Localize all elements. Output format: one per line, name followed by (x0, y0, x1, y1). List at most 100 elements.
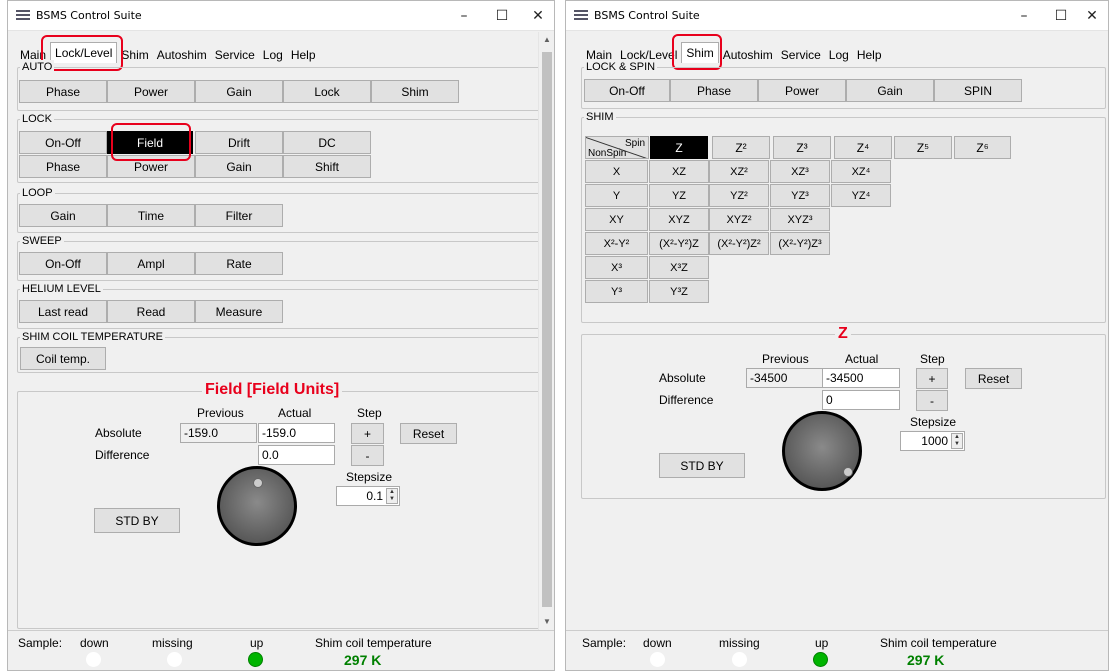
tab-autoshim[interactable]: Autoshim (719, 46, 777, 63)
adjust-knob[interactable] (217, 466, 297, 546)
shim-spin-button-4[interactable]: Z⁵ (894, 136, 952, 159)
shim-button-r1-c4[interactable]: YZ⁴ (831, 184, 891, 207)
knob-indicator-icon (253, 478, 263, 488)
reset-button[interactable]: Reset (400, 423, 457, 444)
tab-service[interactable]: Service (211, 46, 259, 63)
app-icon (16, 9, 30, 23)
reset-button[interactable]: Reset (965, 368, 1022, 389)
helium-read-button[interactable]: Read (107, 300, 195, 323)
loop-filter-button[interactable]: Filter (195, 204, 283, 227)
loop-gain-button[interactable]: Gain (19, 204, 107, 227)
shim-button-r4-c1[interactable]: X³Z (649, 256, 709, 279)
shim-button-r0-c1[interactable]: XZ (649, 160, 709, 183)
spin-gain-button[interactable]: Gain (846, 79, 934, 102)
tab-autoshim[interactable]: Autoshim (153, 46, 211, 63)
step-minus-button[interactable]: - (916, 390, 948, 411)
shim-button-r3-c0[interactable]: X²-Y² (585, 232, 648, 255)
shim-button-r2-c1[interactable]: XYZ (649, 208, 709, 231)
shim-spin-button-2[interactable]: Z³ (773, 136, 831, 159)
shim-button-r2-c0[interactable]: XY (585, 208, 648, 231)
shim-button-r1-c2[interactable]: YZ² (709, 184, 769, 207)
shim-button-r2-c3[interactable]: XYZ³ (770, 208, 830, 231)
lock-on-off-button[interactable]: On-Off (19, 131, 107, 154)
shim-button-r3-c2[interactable]: (X²-Y²)Z² (709, 232, 769, 255)
spin-button[interactable]: SPIN (934, 79, 1022, 102)
spin-power-button[interactable]: Power (758, 79, 846, 102)
title-bar: BSMS Control Suite – ☐ ✕ (8, 1, 554, 31)
auto-power-button[interactable]: Power (107, 80, 195, 103)
close-button[interactable]: ✕ (520, 1, 554, 31)
auto-phase-button[interactable]: Phase (19, 80, 107, 103)
difference-value-input[interactable]: 0 (822, 390, 900, 410)
helium-last-read-button[interactable]: Last read (19, 300, 107, 323)
sweep-on-off-button[interactable]: On-Off (19, 252, 107, 275)
standby-button[interactable]: STD BY (94, 508, 180, 533)
difference-value-input[interactable]: 0.0 (258, 445, 335, 465)
scroll-thumb[interactable] (542, 52, 552, 607)
shim-button-r1-c3[interactable]: YZ³ (770, 184, 830, 207)
shim-button-r3-c1[interactable]: (X²-Y²)Z (649, 232, 709, 255)
shim-button-r1-c0[interactable]: Y (585, 184, 648, 207)
step-plus-button[interactable]: + (351, 423, 384, 444)
adjust-knob[interactable] (782, 411, 862, 491)
tab-help[interactable]: Help (287, 46, 320, 63)
tab-service[interactable]: Service (777, 46, 825, 63)
shim-spin-button-1[interactable]: Z² (712, 136, 770, 159)
minimize-button[interactable]: – (1006, 1, 1042, 31)
shim-button-r0-c4[interactable]: XZ⁴ (831, 160, 891, 183)
shim-button-r1-c1[interactable]: YZ (649, 184, 709, 207)
lock-group: LOCK On-Off Field Drift DC Phase Power G… (17, 112, 543, 183)
lock-drift-button[interactable]: Drift (195, 131, 283, 154)
previous-label: Previous (762, 352, 809, 366)
coil-temp-button[interactable]: Coil temp. (20, 347, 106, 370)
auto-lock-button[interactable]: Lock (283, 80, 371, 103)
minimize-button[interactable]: – (446, 1, 482, 31)
highlight-shim-tab (672, 34, 722, 70)
shim-spin-button-3[interactable]: Z⁴ (834, 136, 892, 159)
tab-help[interactable]: Help (853, 46, 886, 63)
z-control-title: Z (835, 325, 851, 343)
stepsize-spinner[interactable]: 0.1 ▲ ▼ (336, 486, 400, 506)
shim-button-r0-c0[interactable]: X (585, 160, 648, 183)
step-plus-button[interactable]: + (916, 368, 948, 389)
scroll-down-icon[interactable]: ▼ (539, 614, 554, 630)
auto-gain-button[interactable]: Gain (195, 80, 283, 103)
shim-button-r5-c1[interactable]: Y³Z (649, 280, 709, 303)
shim-button-r4-c0[interactable]: X³ (585, 256, 648, 279)
spin-on-off-button[interactable]: On-Off (584, 79, 670, 102)
lock-gain-button[interactable]: Gain (195, 155, 283, 178)
shim-button-r3-c3[interactable]: (X²-Y²)Z³ (770, 232, 830, 255)
shim-button-r2-c2[interactable]: XYZ² (709, 208, 769, 231)
sweep-rate-button[interactable]: Rate (195, 252, 283, 275)
auto-shim-button[interactable]: Shim (371, 80, 459, 103)
lock-dc-button[interactable]: DC (283, 131, 371, 154)
tab-log[interactable]: Log (259, 46, 287, 63)
maximize-button[interactable]: ☐ (484, 1, 520, 31)
shim-button-r0-c3[interactable]: XZ³ (770, 160, 830, 183)
shim-spin-button-0[interactable]: Z (650, 136, 708, 159)
shim-button-r0-c2[interactable]: XZ² (709, 160, 769, 183)
shim-spin-button-5[interactable]: Z⁶ (954, 136, 1011, 159)
standby-button[interactable]: STD BY (659, 453, 745, 478)
step-minus-button[interactable]: - (351, 445, 384, 466)
close-button[interactable]: ✕ (1074, 1, 1108, 31)
shim-button-r5-c0[interactable]: Y³ (585, 280, 648, 303)
actual-value-input[interactable]: -34500 (822, 368, 900, 388)
lock-shift-button[interactable]: Shift (283, 155, 371, 178)
stepsize-spinner[interactable]: 1000 ▲ ▼ (900, 431, 965, 451)
loop-time-button[interactable]: Time (107, 204, 195, 227)
spinner-arrows-icon[interactable]: ▲ ▼ (386, 488, 398, 504)
scroll-up-icon[interactable]: ▲ (539, 32, 554, 48)
tab-log[interactable]: Log (825, 46, 853, 63)
sweep-ampl-button[interactable]: Ampl (107, 252, 195, 275)
actual-value-input[interactable]: -159.0 (258, 423, 335, 443)
helium-measure-button[interactable]: Measure (195, 300, 283, 323)
lock-phase-button[interactable]: Phase (19, 155, 107, 178)
step-label: Step (357, 406, 382, 420)
sweep-group-title: SWEEP (20, 234, 64, 248)
actual-label: Actual (845, 352, 879, 366)
vertical-scrollbar[interactable]: ▲ ▼ (538, 32, 554, 630)
sample-up-label: up (250, 636, 264, 650)
spin-phase-button[interactable]: Phase (670, 79, 758, 102)
spinner-arrows-icon[interactable]: ▲ ▼ (951, 433, 963, 449)
